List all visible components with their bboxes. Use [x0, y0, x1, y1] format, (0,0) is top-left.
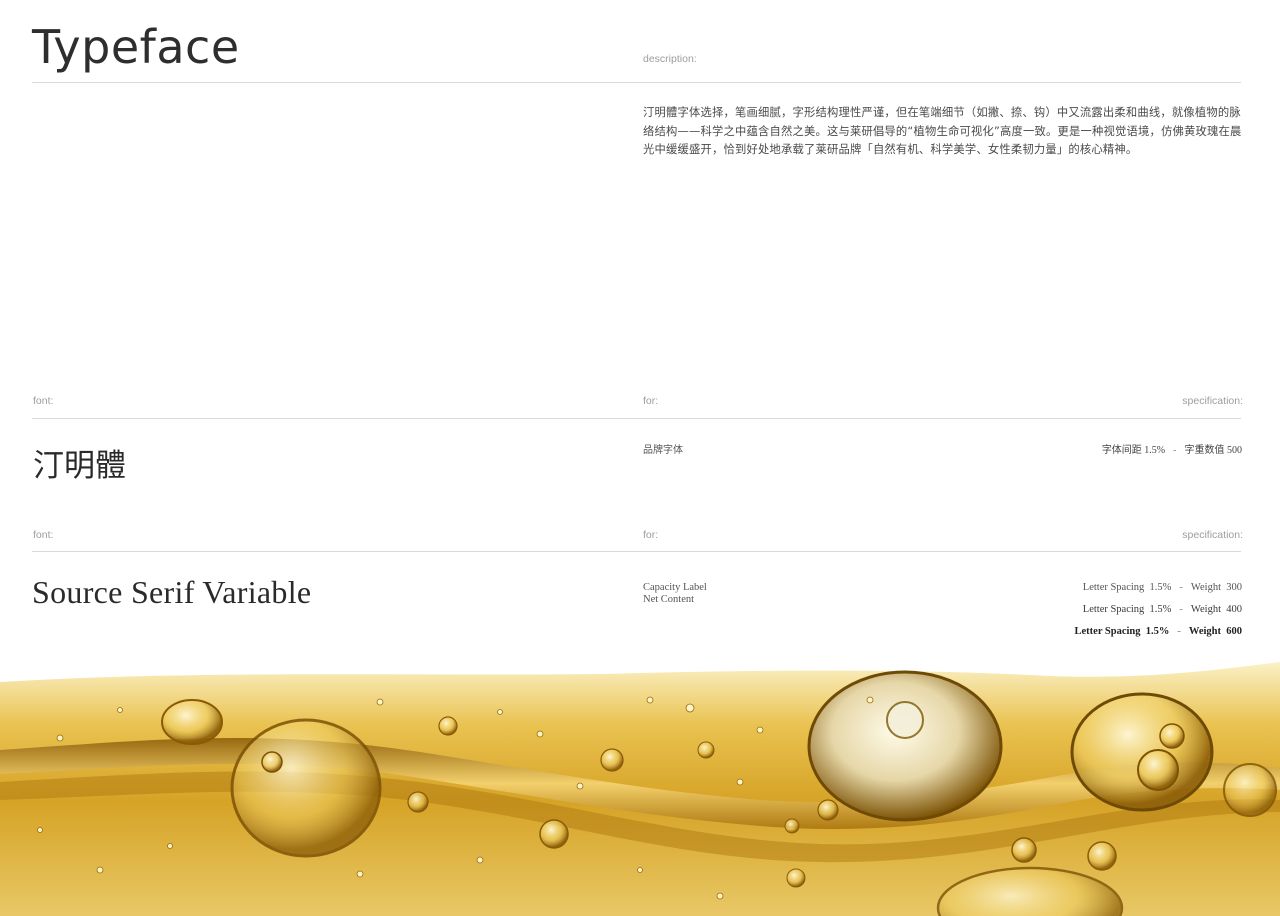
spec-separator: -: [1177, 626, 1181, 637]
spec-spacing: Letter Spacing 1.5%: [1082, 582, 1172, 593]
description-text: 汀明體字体选择，笔画细腻，字形结构理性严谨，但在笔端细节（如撇、捺、钩）中又流露…: [643, 106, 1242, 156]
page-title: Typeface: [32, 20, 240, 74]
spec-weight: Weight 600: [1188, 626, 1242, 637]
spec-separator: -: [1173, 445, 1177, 456]
usage-brand-font: 品牌字体: [643, 445, 683, 456]
for-label: for:: [643, 395, 659, 407]
font-name-source-serif: Source Serif Variable: [32, 574, 312, 610]
spec-separator: -: [1179, 582, 1183, 593]
spec-separator: -: [1179, 604, 1183, 615]
spec-row-weight-600: Letter Spacing 1.5% - Weight 600: [1075, 626, 1242, 637]
spec-row-weight-400: Letter Spacing 1.5% - Weight 400: [1083, 604, 1242, 615]
golden-oil-image: [0, 640, 1280, 916]
for-label: for:: [643, 529, 659, 541]
spec-weight: 字重数值 500: [1184, 445, 1243, 456]
spec-weight: Weight 300: [1190, 582, 1242, 593]
spec-row-weight-300: Letter Spacing 1.5% - Weight 300: [1083, 582, 1242, 593]
usage-net-content: Net Content: [643, 594, 695, 605]
spec-spacing: 字体间距 1.5%: [1101, 445, 1166, 456]
font-label: font:: [33, 395, 54, 407]
header-divider: [32, 82, 1241, 83]
specification-label: specification:: [1182, 395, 1243, 407]
spec-spacing: Letter Spacing 1.5%: [1074, 626, 1170, 637]
font-divider: [32, 551, 1241, 552]
usage-capacity-label: Capacity Label: [643, 582, 707, 593]
spec-row: 字体间距 1.5% - 字重数值 500: [1102, 441, 1242, 456]
font-divider: [32, 418, 1241, 419]
description-label: description:: [643, 53, 697, 65]
font-name-tingming: 汀明體: [33, 448, 126, 484]
spec-weight: Weight 400: [1190, 604, 1242, 615]
specification-label: specification:: [1182, 529, 1243, 541]
spec-spacing: Letter Spacing 1.5%: [1082, 604, 1172, 615]
font-label: font:: [33, 529, 54, 541]
